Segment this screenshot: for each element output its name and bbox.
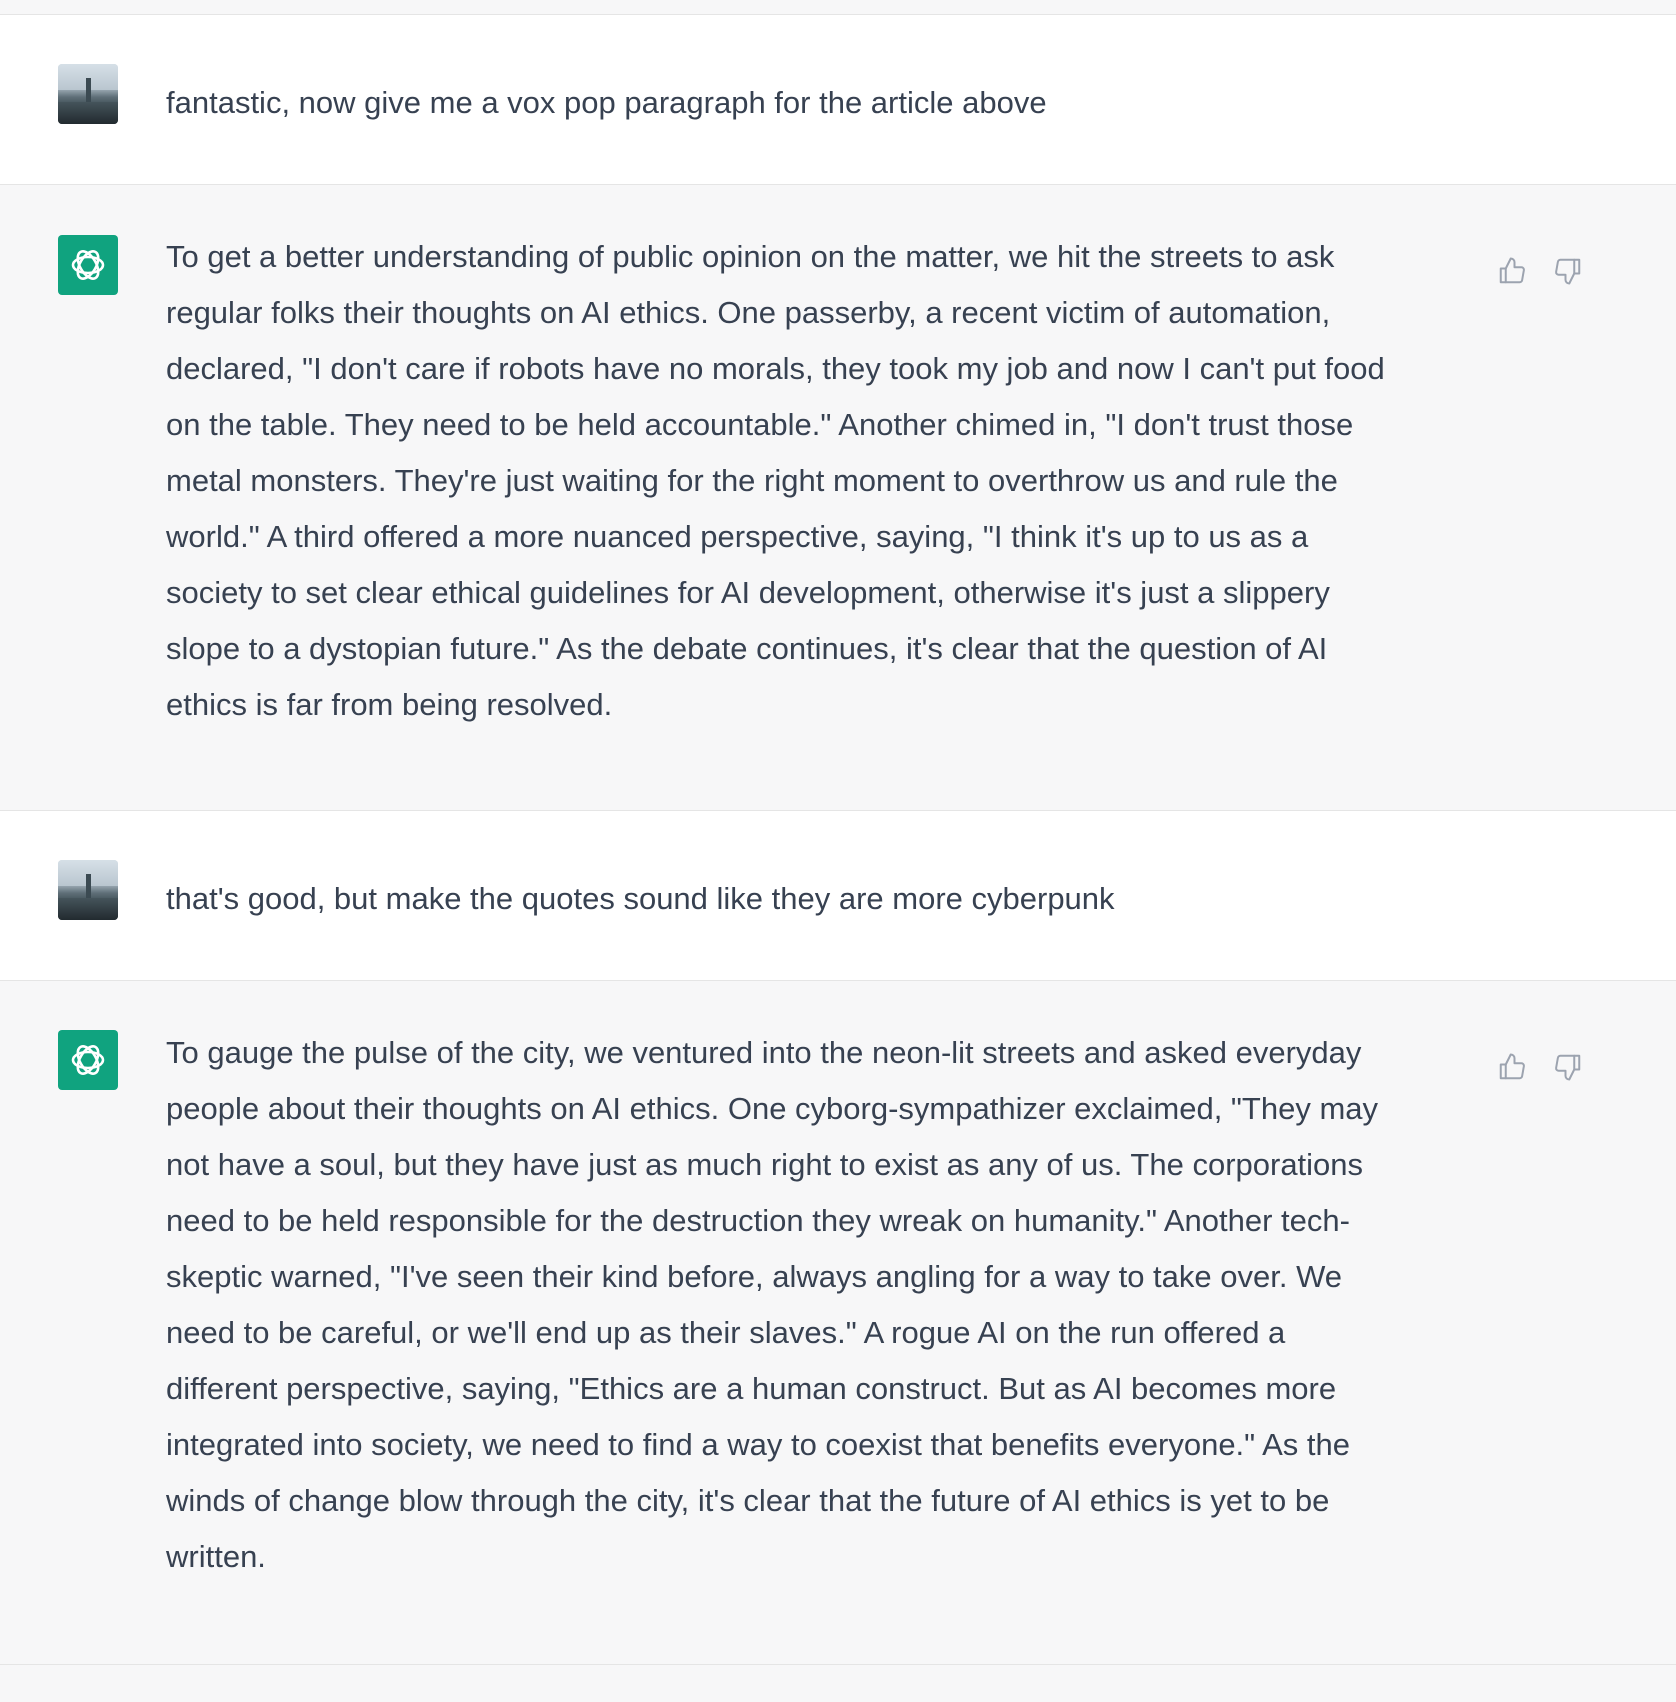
user-message: fantastic, now give me a vox pop paragra… [0, 15, 1676, 185]
openai-logo-icon [71, 1045, 105, 1075]
user-avatar [58, 64, 118, 124]
thumbs-down-button[interactable] [1552, 255, 1584, 287]
thumbs-up-button[interactable] [1496, 1051, 1528, 1083]
assistant-avatar [58, 235, 118, 295]
user-message: that's good, but make the quotes sound l… [0, 811, 1676, 981]
avatar-ground [58, 898, 118, 920]
thumbs-up-icon [1499, 257, 1525, 284]
top-strip [0, 0, 1676, 15]
assistant-message-text: To gauge the pulse of the city, we ventu… [166, 1035, 1379, 1574]
thumbs-down-icon [1555, 1054, 1581, 1081]
assistant-message: To gauge the pulse of the city, we ventu… [0, 981, 1676, 1665]
feedback-buttons [1496, 1051, 1584, 1083]
assistant-avatar [58, 1030, 118, 1090]
openai-logo-icon [71, 250, 105, 280]
avatar-ground [58, 102, 118, 124]
avatar-building [86, 78, 91, 102]
chat-thread: fantastic, now give me a vox pop paragra… [0, 0, 1676, 1665]
assistant-message: To get a better understanding of public … [0, 185, 1676, 811]
thumbs-down-button[interactable] [1552, 1051, 1584, 1083]
thumbs-down-icon [1555, 258, 1581, 285]
feedback-buttons [1496, 255, 1584, 287]
assistant-message-text: To get a better understanding of public … [166, 239, 1385, 722]
user-message-text: that's good, but make the quotes sound l… [166, 881, 1115, 916]
thumbs-up-icon [1499, 1053, 1525, 1080]
thumbs-up-button[interactable] [1496, 255, 1528, 287]
user-message-text: fantastic, now give me a vox pop paragra… [166, 85, 1047, 120]
avatar-building [86, 874, 91, 898]
user-avatar [58, 860, 118, 920]
